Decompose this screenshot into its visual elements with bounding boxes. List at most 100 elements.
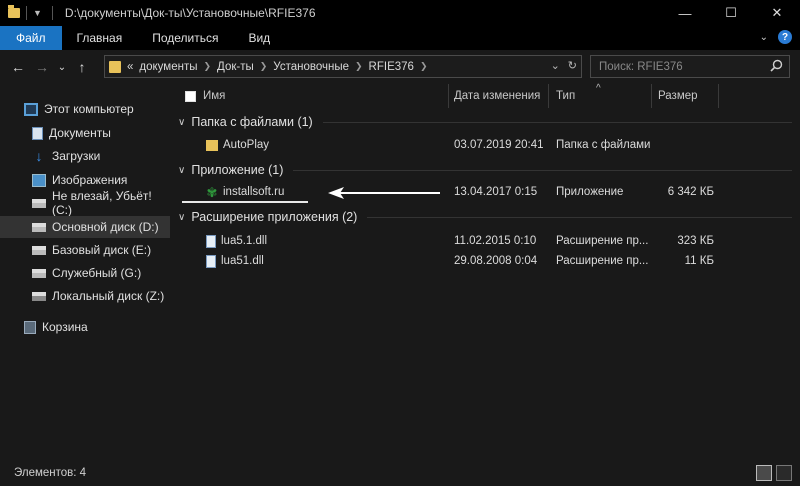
type-cell: Приложение [556,186,624,198]
sidebar-item-label: Этот компьютер [44,102,134,116]
column-header-name[interactable]: Имя [185,84,445,108]
breadcrumb-installers[interactable]: Установочные [273,61,349,73]
ribbon-tabs: Файл Главная Поделиться Вид ⌄ ? [0,26,800,50]
details-view-button[interactable] [756,465,772,481]
date-cell: 29.08.2008 0:04 [454,255,538,267]
annotation-arrow [328,187,440,199]
drive-icon [32,222,46,232]
tab-view[interactable]: Вид [233,26,285,50]
sidebar-item-pictures[interactable]: Изображения [0,169,170,191]
chevron-down-icon[interactable]: ∨ [178,212,185,223]
divider [322,121,792,123]
back-button[interactable]: ← [6,59,30,75]
item-count: Элементов: 4 [14,467,87,479]
search-icon[interactable] [770,59,783,72]
size-cell: 323 КБ [677,235,714,247]
group-header-applications[interactable]: ∨ Приложение (1) [176,159,800,181]
sidebar-item-this-pc[interactable]: Этот компьютер [0,98,170,120]
sidebar-item-drive-e[interactable]: Базовый диск (E:) [0,239,170,261]
sidebar-item-label: Служебный (G:) [52,266,142,280]
table-row[interactable]: lua5.1.dll 11.02.2015 0:10 Расширение пр… [176,230,800,252]
table-row[interactable]: lua51.dll 29.08.2008 0:04 Расширение пр.… [176,250,800,272]
sidebar-item-downloads[interactable]: ↓ Загрузки [0,145,170,167]
pictures-icon [32,173,46,187]
close-button[interactable]: ✕ [754,0,800,26]
folder-icon [206,139,218,151]
quick-access-dropdown-icon[interactable]: ▼ [33,8,42,18]
table-row[interactable]: ✾ installsoft.ru 13.04.2017 0:15 Приложе… [176,181,800,203]
up-button[interactable]: ↑ [70,59,94,75]
breadcrumb-docs[interactable]: Док-ты [217,61,254,73]
recycle-bin-icon [24,320,36,334]
sidebar-item-documents[interactable]: Документы [0,122,170,144]
column-header-type[interactable]: Тип [556,84,652,108]
file-name-cell[interactable]: lua51.dll [206,250,446,272]
breadcrumb-overflow[interactable]: « [127,61,133,73]
column-divider[interactable] [718,84,719,108]
column-header-date[interactable]: Дата изменения [454,84,550,108]
type-cell: Расширение пр... [556,255,649,267]
file-name-cell[interactable]: lua5.1.dll [206,230,446,252]
tab-share[interactable]: Поделиться [137,26,233,50]
address-dropdown-icon[interactable]: ⌄ [551,59,560,72]
divider [26,6,27,20]
window-controls: — ☐ ✕ [662,0,800,26]
chevron-down-icon[interactable]: ∨ [178,165,185,176]
status-bar: Элементов: 4 [0,460,800,486]
window-title: D:\документы\Док-ты\Установочные\RFIE376 [64,6,316,20]
divider [51,6,53,20]
breadcrumb-documents[interactable]: документы [139,61,197,73]
sidebar-item-label: Не влезай, Убьёт! (C:) [52,189,152,217]
chevron-right-icon[interactable]: ❯ [203,61,211,72]
group-header-folders[interactable]: ∨ Папка с файлами (1) [176,111,800,133]
folder-icon [8,5,20,18]
select-all-checkbox[interactable] [185,90,196,102]
drive-icon [32,291,46,301]
file-name-cell[interactable]: AutoPlay [206,134,446,156]
column-header-size[interactable]: Размер [658,84,718,108]
sidebar-item-drive-d[interactable]: Основной диск (D:) [0,216,170,238]
table-row[interactable]: AutoPlay 03.07.2019 20:41 Папка с файлам… [176,134,800,156]
column-divider[interactable] [548,84,549,108]
tab-home[interactable]: Главная [62,26,138,50]
navigation-pane: Этот компьютер Документы ↓ Загрузки Изоб… [0,92,170,458]
column-divider[interactable] [651,84,652,108]
large-icons-view-button[interactable] [776,465,792,481]
annotation-underline [182,201,308,203]
chevron-right-icon[interactable]: ❯ [260,61,268,72]
chevron-down-icon[interactable]: ∨ [178,117,185,128]
sidebar-item-label: Документы [49,126,111,140]
breadcrumb-current[interactable]: RFIE376 [369,61,414,73]
minimize-button[interactable]: — [662,0,708,26]
sidebar-item-label: Базовый диск (E:) [52,243,152,257]
expand-ribbon-icon[interactable]: ⌄ [760,32,768,43]
group-header-app-extensions[interactable]: ∨ Расширение приложения (2) [176,206,800,228]
column-divider[interactable] [448,84,449,108]
sidebar-item-drive-z[interactable]: Локальный диск (Z:) [0,285,170,307]
chevron-right-icon[interactable]: ❯ [420,61,428,72]
ribbon-right: ⌄ ? [760,30,792,44]
help-icon[interactable]: ? [778,30,792,44]
maximize-button[interactable]: ☐ [708,0,754,26]
drive-icon [32,198,46,208]
size-cell: 6 342 КБ [667,186,714,198]
sidebar-item-recycle-bin[interactable]: Корзина [0,316,170,338]
type-cell: Папка с файлами [556,139,650,151]
address-bar[interactable]: « документы ❯ Док-ты ❯ Установочные ❯ RF… [104,55,582,78]
search-input[interactable]: Поиск: RFIE376 [590,55,790,78]
tab-file[interactable]: Файл [0,26,62,50]
sidebar-item-drive-c[interactable]: Не влезай, Убьёт! (C:) [0,189,170,217]
drive-icon [32,245,46,255]
address-bar-controls: ⌄ ↻ [551,59,577,72]
date-cell: 11.02.2015 0:10 [454,235,537,247]
refresh-icon[interactable]: ↻ [568,59,577,72]
dll-file-icon [206,254,216,268]
size-cell [658,134,714,156]
chevron-right-icon[interactable]: ❯ [355,61,363,72]
sidebar-item-label: Корзина [42,320,88,334]
sidebar-item-drive-g[interactable]: Служебный (G:) [0,262,170,284]
drive-icon [32,268,46,278]
recent-locations-button[interactable]: ⌄ [54,62,70,73]
forward-button[interactable]: → [30,59,54,75]
folder-icon [109,60,121,73]
